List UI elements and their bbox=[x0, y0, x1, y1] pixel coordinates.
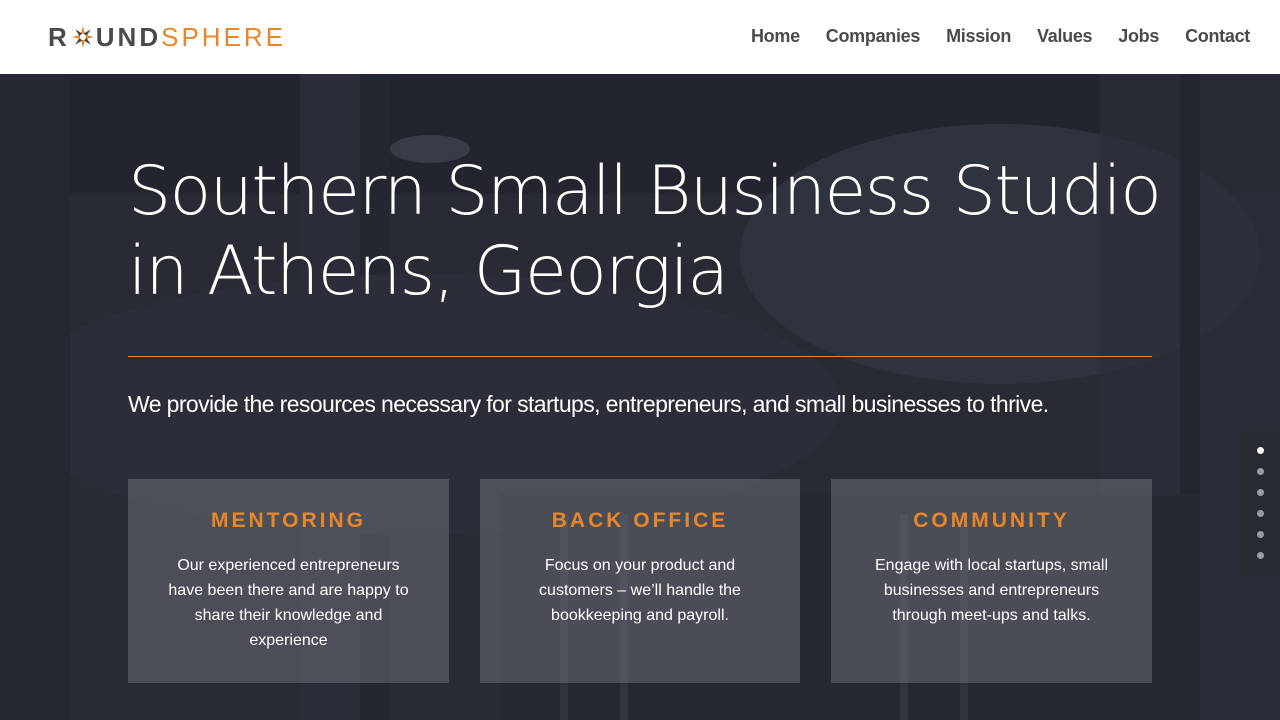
hero-subline: We provide the resources necessary for s… bbox=[128, 391, 1049, 417]
nav-jobs[interactable]: Jobs bbox=[1118, 26, 1159, 47]
hero-section: Southern Small Business Studio in Athens… bbox=[0, 74, 1280, 720]
nav-companies[interactable]: Companies bbox=[826, 26, 921, 47]
main-nav: Home Companies Mission Values Jobs Conta… bbox=[725, 26, 1250, 47]
hero-headline-line1: Southern Small Business Studio bbox=[128, 152, 1162, 231]
section-dot-nav bbox=[1240, 430, 1280, 576]
hero-divider bbox=[128, 356, 1152, 357]
nav-mission[interactable]: Mission bbox=[946, 26, 1011, 47]
card-title: BACK OFFICE bbox=[551, 509, 729, 532]
roundsphere-logo[interactable]: R UND SPHERE bbox=[48, 21, 286, 53]
nav-home[interactable]: Home bbox=[751, 26, 800, 47]
card-title: MENTORING bbox=[211, 509, 366, 532]
card-text: Our experienced entrepreneurs have been … bbox=[168, 557, 409, 649]
card-text: Engage with local startups, small busine… bbox=[875, 557, 1108, 624]
hero-headline-line2: in Athens, Georgia bbox=[128, 232, 729, 311]
logo-word-und: UND bbox=[95, 22, 162, 52]
logo-letter-r: R bbox=[48, 22, 70, 52]
section-dot-3[interactable] bbox=[1257, 489, 1264, 496]
card-community: COMMUNITY Engage with local startups, sm… bbox=[831, 479, 1152, 683]
starburst-icon bbox=[71, 26, 94, 48]
section-dot-1[interactable] bbox=[1257, 447, 1264, 454]
section-dot-2[interactable] bbox=[1257, 468, 1264, 475]
section-dot-6[interactable] bbox=[1257, 552, 1264, 559]
logo-word-sphere: SPHERE bbox=[161, 22, 287, 52]
feature-cards: MENTORING Our experienced entrepreneurs … bbox=[128, 479, 1152, 683]
card-text: Focus on your product and customers – we… bbox=[539, 557, 741, 624]
card-title: COMMUNITY bbox=[913, 509, 1070, 532]
nav-contact[interactable]: Contact bbox=[1185, 26, 1250, 47]
site-header: R UND SPHERE Home Companies Mission Valu… bbox=[0, 0, 1280, 74]
section-dot-5[interactable] bbox=[1257, 531, 1264, 538]
card-mentoring: MENTORING Our experienced entrepreneurs … bbox=[128, 479, 449, 683]
nav-values[interactable]: Values bbox=[1037, 26, 1093, 47]
hero-headline: Southern Small Business Studio in Athens… bbox=[128, 152, 1188, 312]
section-dot-4[interactable] bbox=[1257, 510, 1264, 517]
card-back-office: BACK OFFICE Focus on your product and cu… bbox=[480, 479, 800, 683]
